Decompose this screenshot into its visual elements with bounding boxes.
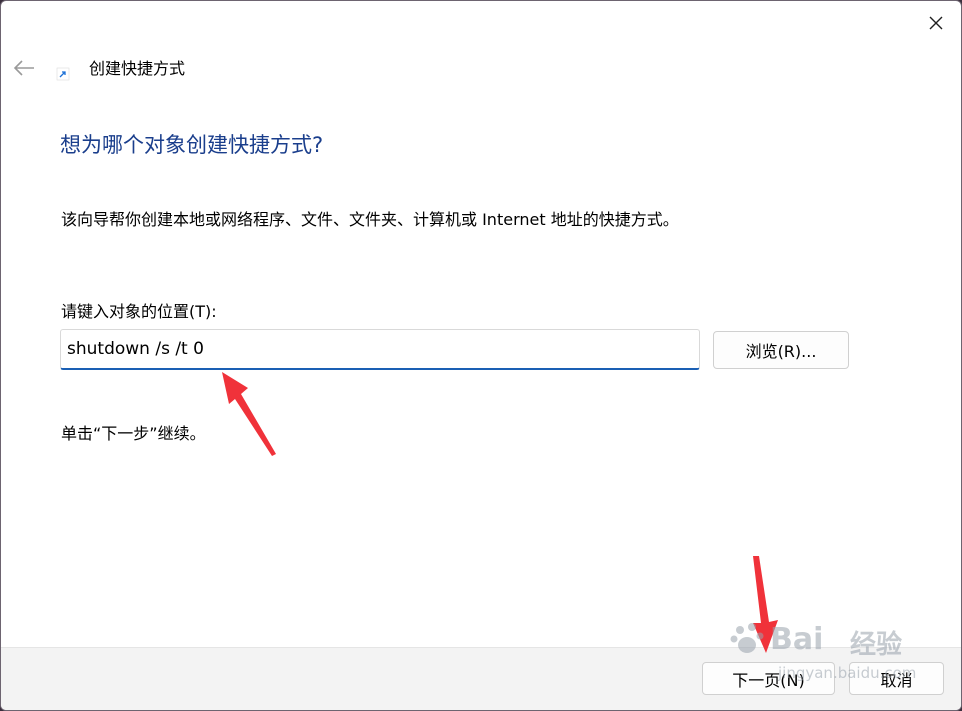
create-shortcut-dialog: 创建快捷方式 想为哪个对象创建快捷方式? 该向导帮你创建本地或网络程序、文件、文…: [0, 0, 962, 711]
page-heading: 想为哪个对象创建快捷方式?: [60, 133, 324, 157]
close-icon: [929, 16, 943, 30]
wizard-description: 该向导帮你创建本地或网络程序、文件、文件夹、计算机或 Internet 地址的快…: [61, 210, 679, 229]
shortcut-arrow-icon: [56, 67, 70, 81]
location-label: 请键入对象的位置(T):: [61, 302, 217, 321]
cancel-button[interactable]: 取消: [849, 662, 944, 695]
back-button[interactable]: [9, 53, 39, 83]
continue-hint: 单击“下一步”继续。: [61, 424, 206, 443]
window-title: 创建快捷方式: [89, 59, 186, 78]
next-button[interactable]: 下一页(N): [702, 662, 835, 695]
location-input[interactable]: [60, 329, 700, 370]
back-arrow-icon: [13, 60, 34, 76]
browse-button[interactable]: 浏览(R)...: [713, 331, 849, 369]
close-button[interactable]: [913, 1, 959, 45]
